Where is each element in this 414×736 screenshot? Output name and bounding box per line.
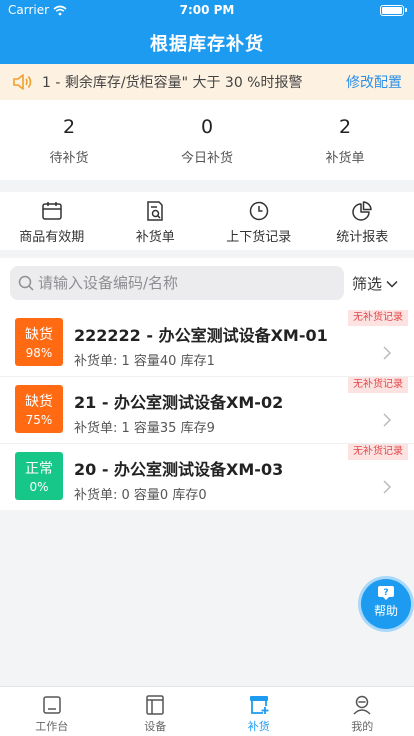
status-percent: 0% [29,480,49,494]
no-record-tag: 无补货记录 [348,444,408,460]
tab-profile[interactable]: 我的 [311,687,414,736]
stat-pending[interactable]: 2 待补货 [0,100,138,180]
modify-config-link[interactable]: 修改配置 [346,72,402,92]
stats-panel: 2 待补货 0 今日补货 2 补货单 [0,100,414,180]
profile-icon [353,695,371,715]
stat-value: 2 [62,116,76,138]
stock-status-badge: 缺货 98% [15,318,63,366]
no-record-tag: 无补货记录 [348,310,408,326]
menu-item-loading-records[interactable]: 上下货记录 [207,192,311,250]
status-text: 缺货 [25,394,53,410]
stat-value: 2 [338,116,352,138]
notice-text: 1 - 剩余库存/货柜容量" 大于 30 %时报警 [42,75,303,91]
chevron-right-icon [383,346,392,360]
search-input[interactable] [38,274,328,292]
stock-status-badge: 正常 0% [15,452,63,500]
chevron-right-icon [383,480,392,494]
device-meta: 补货单: 0 容量0 库存0 [74,488,207,503]
stat-label: 补货单 [325,151,365,166]
search-box[interactable] [10,266,344,300]
tab-restock[interactable]: 补货 [207,687,311,736]
device-row[interactable]: 缺货 75% 21 - 办公室测试设备XM-02 补货单: 1 容量35 库存9… [0,376,414,442]
tab-label: 设备 [144,720,167,733]
clock-icon [249,201,268,221]
alert-notice-bar: 1 - 剩余库存/货柜容量" 大于 30 %时报警 修改配置 [0,64,414,100]
device-icon [146,695,164,715]
status-percent: 98% [25,346,53,360]
restock-icon [249,696,269,714]
document-search-icon [147,201,163,221]
speaker-icon [13,74,32,90]
svg-text:?: ? [383,588,388,598]
search-icon [18,275,34,291]
calendar-icon [42,202,62,220]
stat-value: 0 [200,116,214,138]
menu-item-expiry[interactable]: 商品有效期 [0,192,104,250]
menu-item-restock-orders[interactable]: 补货单 [104,192,208,250]
device-meta: 补货单: 1 容量40 库存1 [74,354,215,369]
status-percent: 75% [25,413,53,427]
device-row[interactable]: 缺货 98% 222222 - 办公室测试设备XM-01 补货单: 1 容量40… [0,310,414,376]
stat-label: 今日补货 [180,151,233,166]
no-record-tag: 无补货记录 [348,377,408,393]
filter-label: 筛选 [352,275,383,293]
tab-label: 补货 [247,720,270,733]
device-row[interactable]: 正常 0% 20 - 办公室测试设备XM-03 补货单: 0 容量0 库存0 无… [0,443,414,509]
tab-label: 工作台 [35,720,69,733]
tab-label: 我的 [351,720,374,733]
device-name: 222222 - 办公室测试设备XM-01 [74,326,328,345]
stat-orders[interactable]: 2 补货单 [276,100,414,180]
pie-chart-icon [352,201,372,221]
help-label: 帮助 [373,604,398,618]
status-text: 缺货 [25,327,53,343]
tab-bar: 工作台 设备 补货 我的 [0,686,414,736]
quick-menu: 商品有效期 补货单 上下货记录 统计报表 [0,192,414,250]
stat-label: 待补货 [49,151,89,166]
status-bar: Carrier 7:00 PM [0,0,414,22]
menu-label: 上下货记录 [226,230,292,245]
stat-today[interactable]: 0 今日补货 [138,100,276,180]
menu-label: 商品有效期 [19,230,85,245]
help-icon: ? [378,586,394,600]
device-name: 20 - 办公室测试设备XM-03 [74,460,284,479]
status-text: 正常 [25,461,53,477]
status-time: 7:00 PM [179,3,235,17]
help-button[interactable]: ? 帮助 [361,579,411,629]
filter-button[interactable]: 筛选 [352,273,398,294]
chevron-down-icon [386,280,398,288]
battery-icon [380,5,407,16]
header: Carrier 7:00 PM 根据库存补货 [0,0,414,64]
workbench-icon [43,696,61,714]
device-list-area: 筛选 缺货 98% 222222 - 办公室测试设备XM-01 补货单: 1 容… [0,258,414,510]
menu-label: 统计报表 [336,230,389,245]
search-row: 筛选 [0,258,414,310]
tab-device[interactable]: 设备 [104,687,208,736]
menu-label: 补货单 [135,230,175,245]
menu-item-statistics[interactable]: 统计报表 [311,192,414,250]
stock-status-badge: 缺货 75% [15,385,63,433]
page-title: 根据库存补货 [150,34,264,55]
tab-workbench[interactable]: 工作台 [0,687,104,736]
device-meta: 补货单: 1 容量35 库存9 [74,421,215,436]
chevron-right-icon [383,413,392,427]
device-name: 21 - 办公室测试设备XM-02 [74,393,284,412]
